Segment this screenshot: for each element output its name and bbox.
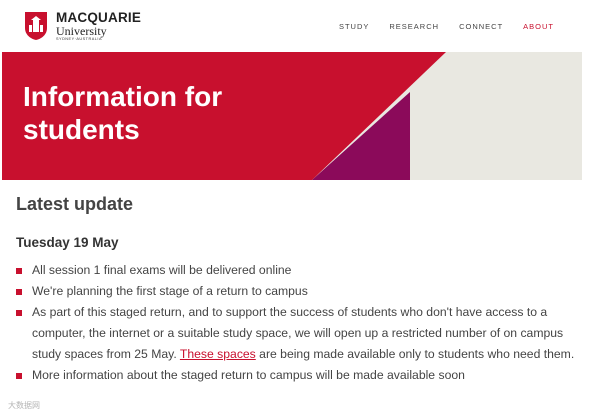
- nav-item-about[interactable]: ABOUT: [523, 22, 554, 31]
- hero-banner: Information for students: [2, 52, 582, 180]
- nav-item-study[interactable]: STUDY: [339, 22, 369, 31]
- list-item-text: All session 1 final exams will be delive…: [32, 263, 292, 277]
- list-item-text: We're planning the first stage of a retu…: [32, 284, 308, 298]
- list-item-text: are being made available only to student…: [255, 347, 575, 361]
- wordmark-line3: SYDNEY·AUSTRALIA: [56, 36, 102, 41]
- nav-item-research[interactable]: RESEARCH: [389, 22, 439, 31]
- list-item: All session 1 final exams will be delive…: [16, 260, 576, 281]
- watermark: 大数据网: [8, 401, 40, 410]
- wordmark-line2: University: [56, 23, 107, 38]
- bullet-icon: [16, 268, 22, 274]
- bullet-icon: [16, 310, 22, 316]
- these-spaces-link[interactable]: These spaces: [180, 347, 256, 361]
- list-item: As part of this staged return, and to su…: [16, 302, 576, 365]
- update-list: All session 1 final exams will be delive…: [16, 260, 576, 386]
- update-date: Tuesday 19 May: [16, 235, 119, 250]
- wordmark: MACQUARIE University SYDNEY·AUSTRALIA: [56, 11, 141, 41]
- list-item: More information about the staged return…: [16, 365, 576, 386]
- shield-icon: [25, 12, 47, 40]
- site-header: MACQUARIE University SYDNEY·AUSTRALIA ST…: [0, 0, 592, 52]
- nav-item-connect[interactable]: CONNECT: [459, 22, 503, 31]
- macquarie-logo[interactable]: MACQUARIE University SYDNEY·AUSTRALIA: [24, 11, 141, 43]
- list-item-text: More information about the staged return…: [32, 368, 465, 382]
- list-item: We're planning the first stage of a retu…: [16, 281, 576, 302]
- main-nav: STUDY RESEARCH CONNECT ABOUT: [339, 22, 554, 31]
- bullet-icon: [16, 373, 22, 379]
- bullet-icon: [16, 289, 22, 295]
- main-content: Latest update Tuesday 19 May All session…: [16, 194, 576, 386]
- wordmark-line1: MACQUARIE: [56, 10, 142, 25]
- page-title: Information for students: [23, 81, 223, 145]
- section-heading: Latest update: [16, 194, 134, 214]
